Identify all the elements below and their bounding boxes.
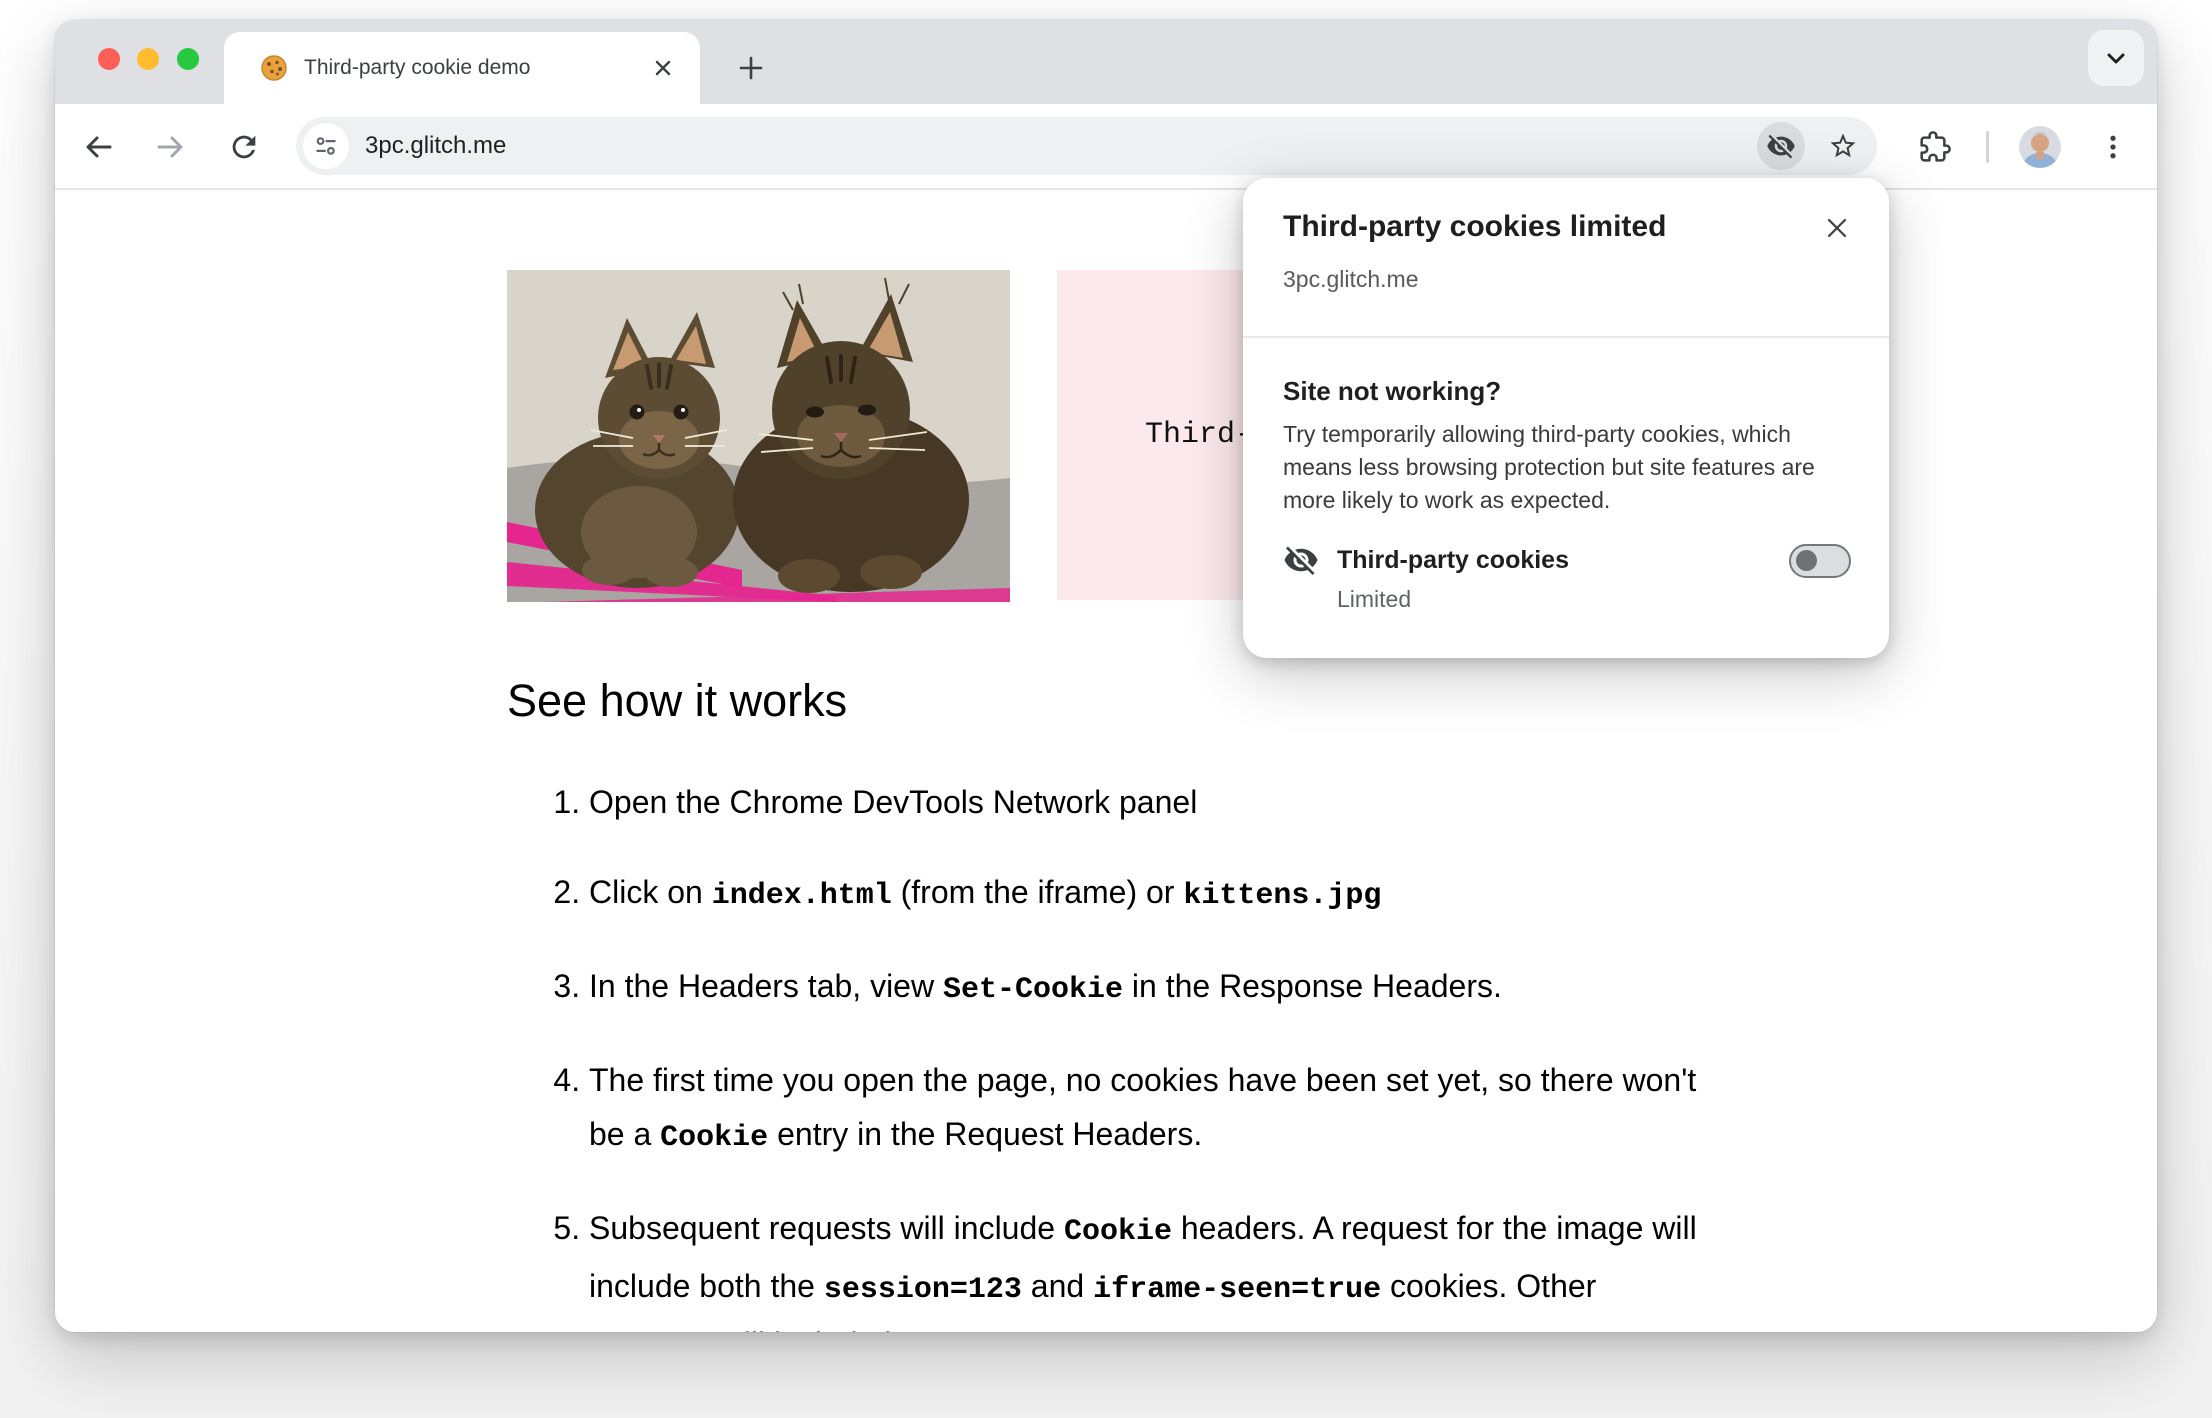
reload-icon	[232, 135, 256, 159]
popup-title: Third-party cookies limited	[1283, 210, 1667, 243]
browser-menu-button[interactable]	[2093, 125, 2133, 169]
back-button[interactable]	[77, 125, 121, 169]
bookmark-button[interactable]	[1819, 122, 1867, 170]
step-item: Open the Chrome DevTools Network panel	[589, 775, 1714, 829]
step-item: The first time you open the page, no coo…	[589, 1053, 1714, 1165]
url-text[interactable]: 3pc.glitch.me	[365, 132, 1757, 160]
toggle-label: Third-party cookies	[1337, 546, 1569, 574]
puzzle-icon	[1920, 131, 1951, 162]
eye-off-icon	[1767, 134, 1795, 159]
address-bar[interactable]: 3pc.glitch.me	[296, 117, 1877, 175]
close-window-button[interactable]	[98, 48, 120, 70]
tab-strip: Third-party cookie demo	[55, 20, 2157, 104]
tab-close-icon[interactable]	[646, 51, 680, 85]
extensions-button[interactable]	[1912, 125, 1958, 169]
reload-button[interactable]	[222, 125, 266, 169]
chevron-down-icon	[2107, 53, 2125, 64]
toggle-status: Limited	[1337, 586, 1412, 612]
tune-icon	[316, 137, 336, 155]
popup-section-body: Try temporarily allowing third-party coo…	[1283, 421, 1815, 513]
back-icon	[86, 136, 112, 158]
popup-site: 3pc.glitch.me	[1283, 266, 1419, 292]
page-title: See how it works	[507, 675, 848, 726]
steps-list: Open the Chrome DevTools Network panel Cl…	[507, 775, 1717, 1332]
popup-divider	[1243, 336, 1889, 338]
close-icon	[1827, 218, 1847, 238]
forward-icon	[157, 136, 183, 158]
toolbar-divider	[1986, 131, 1989, 163]
step-item: Click on index.html (from the iframe) or…	[589, 865, 1714, 923]
site-settings-button[interactable]	[303, 123, 349, 169]
popup-section-heading: Site not working?	[1283, 376, 1502, 406]
step-item: Subsequent requests will include Cookie …	[589, 1201, 1714, 1332]
new-tab-button[interactable]	[724, 41, 778, 95]
kittens-image	[507, 270, 1010, 602]
tab-search-button[interactable]	[2088, 30, 2144, 86]
browser-tab[interactable]: Third-party cookie demo	[224, 32, 700, 104]
popup-close-button[interactable]	[1817, 208, 1857, 248]
kebab-menu-icon	[2110, 135, 2116, 159]
third-party-cookies-toggle[interactable]	[1789, 544, 1851, 578]
star-icon	[1830, 133, 1856, 158]
forward-button[interactable]	[148, 125, 192, 169]
toggle-knob	[1796, 550, 1817, 571]
tab-title: Third-party cookie demo	[304, 56, 531, 79]
maximize-window-button[interactable]	[177, 48, 199, 70]
step-item: In the Headers tab, view Set-Cookie in t…	[589, 959, 1714, 1017]
minimize-window-button[interactable]	[137, 48, 159, 70]
eye-off-icon	[1283, 542, 1319, 578]
profile-avatar[interactable]	[2019, 126, 2061, 168]
cookies-popup: Third-party cookies limited 3pc.glitch.m…	[1243, 178, 1889, 658]
third-party-cookies-button[interactable]	[1757, 122, 1805, 170]
cookie-icon	[261, 55, 287, 81]
